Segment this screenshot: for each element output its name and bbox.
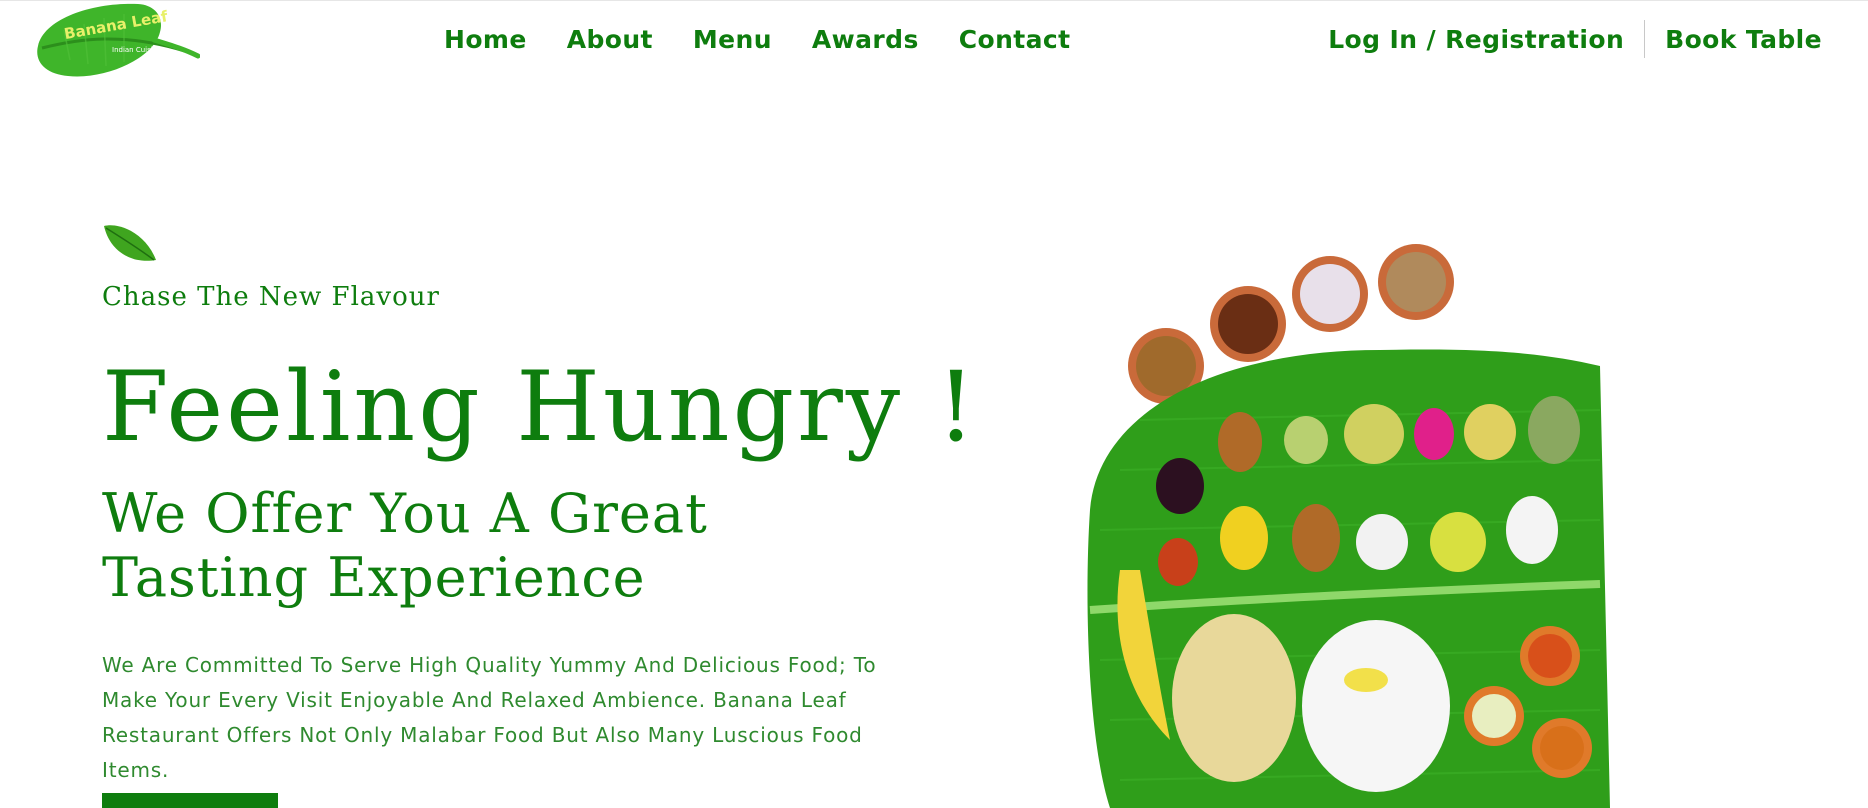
leaf-icon — [104, 225, 156, 261]
nav-about[interactable]: About — [567, 25, 653, 54]
account-nav: Log In / Registration Book Table — [1328, 20, 1822, 58]
brand-logo[interactable]: Banana Leaf Indian Cuisine — [34, 0, 201, 80]
hero-description: We Are Committed To Serve High Quality Y… — [102, 653, 877, 782]
banana-leaf-meal-image — [1087, 244, 1610, 808]
login-registration-link[interactable]: Log In / Registration — [1328, 25, 1624, 54]
hero-kicker: Chase The New Flavour — [102, 282, 440, 312]
site-header: Banana Leaf Indian Cuisine Home About Me… — [0, 0, 1868, 80]
hero-cta-button[interactable] — [102, 793, 278, 808]
hero-headline: Feeling Hungry ! — [102, 351, 979, 463]
nav-menu[interactable]: Menu — [693, 25, 772, 54]
nav-divider — [1644, 20, 1646, 58]
svg-text:Indian Cuisine: Indian Cuisine — [112, 46, 161, 54]
nav-awards[interactable]: Awards — [812, 25, 919, 54]
banana-leaf-logo-icon: Banana Leaf Indian Cuisine — [37, 3, 201, 77]
book-table-link[interactable]: Book Table — [1665, 25, 1822, 54]
nav-home[interactable]: Home — [444, 25, 527, 54]
main-nav: Home About Menu Awards Contact — [444, 20, 1110, 58]
nav-contact[interactable]: Contact — [959, 25, 1071, 54]
hero-subheadline: We Offer You A Great Tasting Experience — [102, 482, 708, 609]
